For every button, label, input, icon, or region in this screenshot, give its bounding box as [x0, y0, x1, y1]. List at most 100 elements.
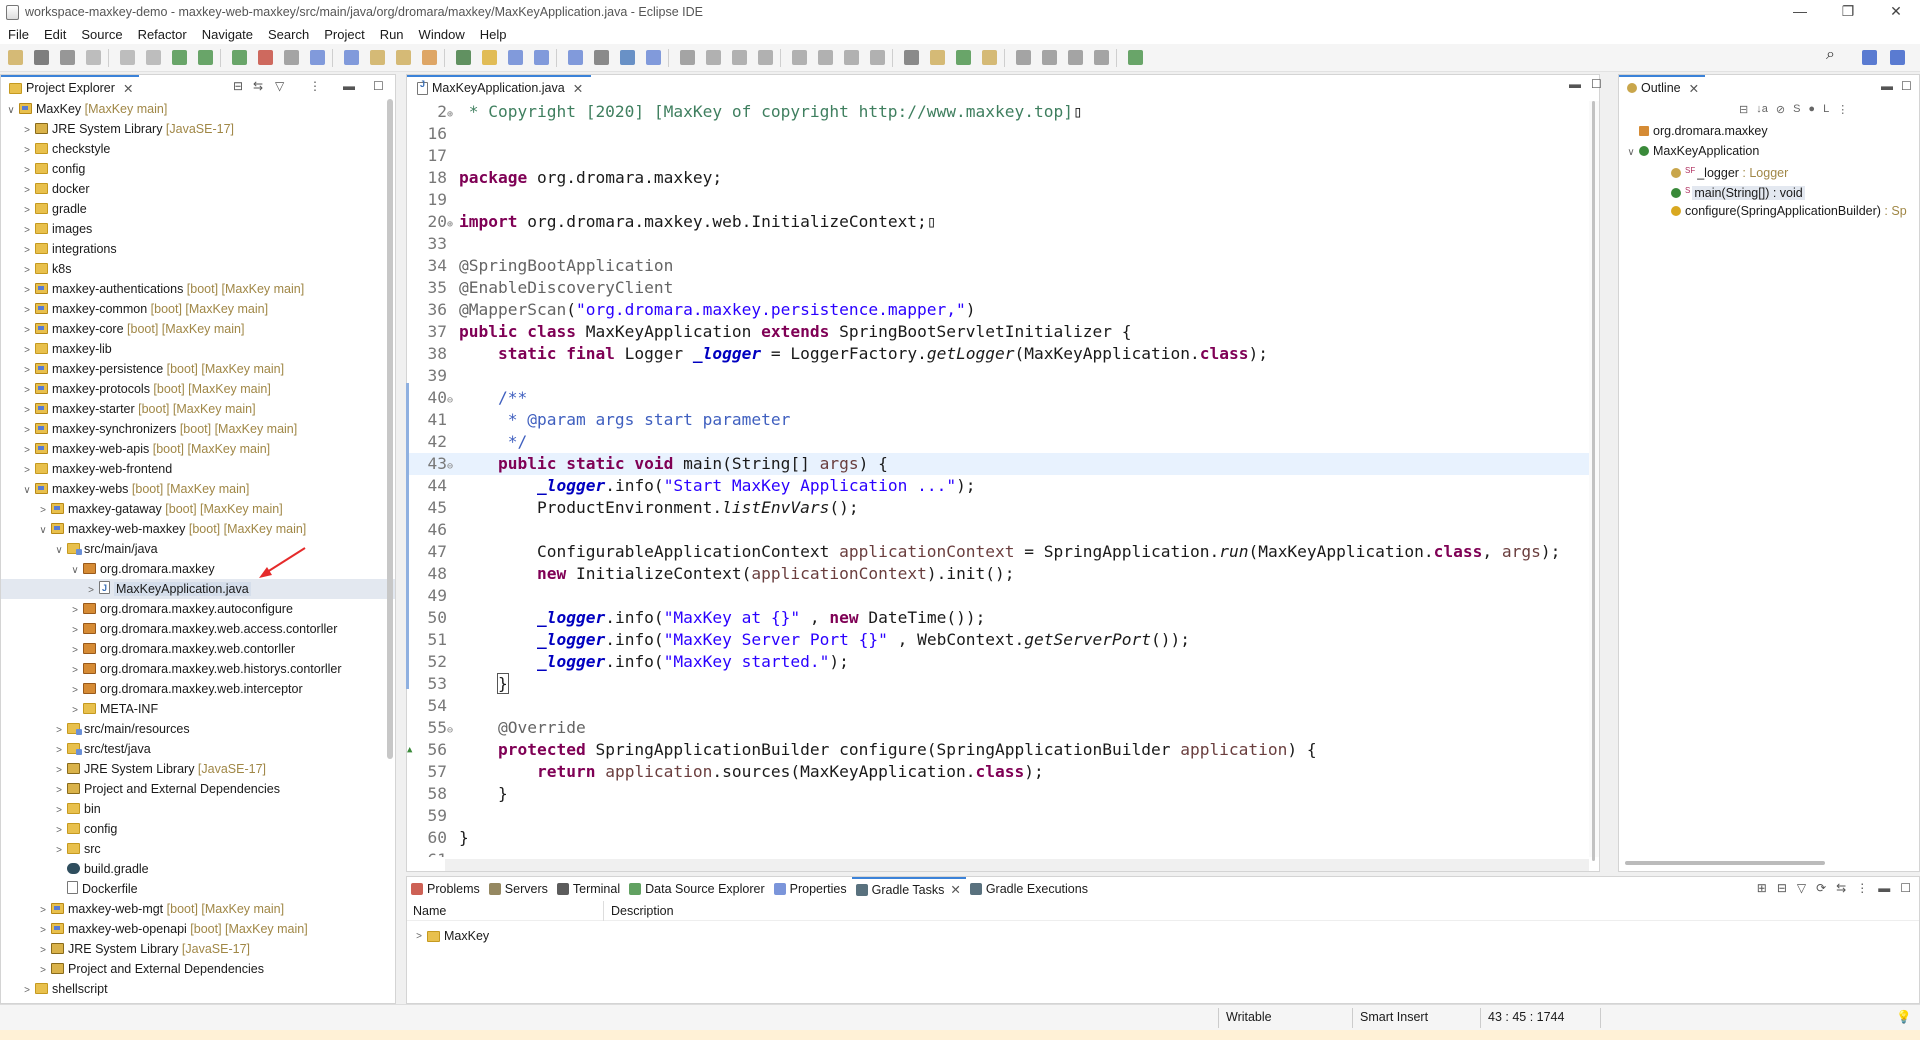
tab-problems[interactable]: Problems — [407, 877, 485, 901]
chevron-right-icon[interactable]: > — [69, 641, 81, 661]
code-line[interactable]: 16 — [407, 123, 1589, 145]
chevron-right-icon[interactable]: > — [21, 161, 33, 181]
toolbar-button-icon[interactable] — [1042, 50, 1057, 65]
tree-item[interactable]: > maxkey-synchronizers [boot] [MaxKey mai… — [1, 419, 395, 439]
chevron-right-icon[interactable]: > — [37, 941, 49, 961]
tab-gradle-tasks[interactable]: Gradle Tasks ✕ — [851, 877, 966, 902]
link-icon[interactable]: ⇆ — [1836, 881, 1846, 895]
tree-item[interactable]: > META-INF — [1, 699, 395, 719]
chevron-right-icon[interactable]: > — [21, 361, 33, 381]
tab-data-source-explorer[interactable]: Data Source Explorer — [625, 877, 770, 901]
toolbar-button-icon[interactable] — [1016, 50, 1031, 65]
tree-item[interactable]: > images — [1, 219, 395, 239]
chevron-right-icon[interactable]: > — [37, 961, 49, 981]
horizontal-scrollbar[interactable] — [445, 859, 1589, 871]
toolbar-button-icon[interactable] — [198, 50, 213, 65]
toolbar-button-icon[interactable] — [646, 50, 661, 65]
chevron-right-icon[interactable]: > — [53, 741, 65, 761]
tree-item[interactable]: > bin — [1, 799, 395, 819]
filter-icon[interactable]: ▽ — [1797, 881, 1806, 895]
toolbar-button-icon[interactable] — [732, 50, 747, 65]
minimize-view-icon[interactable]: ▬ — [1569, 77, 1581, 91]
toolbar-button-icon[interactable] — [1094, 50, 1109, 65]
chevron-right-icon[interactable]: > — [53, 821, 65, 841]
tip-icon[interactable]: 💡 — [1896, 1010, 1912, 1025]
minimize-view-icon[interactable]: ▬ — [343, 79, 355, 93]
chevron-right-icon[interactable]: > — [53, 721, 65, 741]
toolbar-button-icon[interactable] — [508, 50, 523, 65]
tree-item[interactable]: > integrations — [1, 239, 395, 259]
chevron-right-icon[interactable]: > — [21, 141, 33, 161]
toolbar-button-icon[interactable] — [60, 50, 75, 65]
tree-item[interactable]: > maxkey-web-apis [boot] [MaxKey main] — [1, 439, 395, 459]
tab-maxkeyapplication[interactable]: MaxKeyApplication.java ✕ — [407, 75, 592, 99]
code-line[interactable]: 60} — [407, 827, 1589, 849]
tree-item[interactable]: > maxkey-protocols [boot] [MaxKey main] — [1, 379, 395, 399]
chevron-right-icon[interactable]: > — [69, 701, 81, 721]
tree-item[interactable]: > maxkey-common [boot] [MaxKey main] — [1, 299, 395, 319]
tree-item[interactable]: > gradle — [1, 199, 395, 219]
toolbar-button-icon[interactable] — [422, 50, 437, 65]
code-line[interactable]: 47 ConfigurableApplicationContext applic… — [407, 541, 1589, 563]
code-line[interactable]: 2⊕ * Copyright [2020] [MaxKey of copyrig… — [407, 101, 1589, 123]
code-line[interactable]: 41 * @param args start parameter — [407, 409, 1589, 431]
tree-item[interactable]: > maxkey-persistence [boot] [MaxKey main] — [1, 359, 395, 379]
code-line[interactable]: 35 @EnableDiscoveryClient — [407, 277, 1589, 299]
close-icon[interactable]: ✕ — [573, 81, 583, 96]
tab-terminal[interactable]: Terminal — [553, 877, 625, 901]
tab-gradle-executions[interactable]: Gradle Executions — [966, 877, 1093, 901]
chevron-right-icon[interactable]: > — [21, 461, 33, 481]
open-perspective-icon[interactable] — [1862, 50, 1877, 65]
toolbar-button-icon[interactable] — [758, 50, 773, 65]
code-line[interactable]: 43⊖ public static void main(String[] arg… — [407, 453, 1589, 475]
code-line[interactable]: 50 _logger.info("MaxKey at {}" , new Dat… — [407, 607, 1589, 629]
menu-window[interactable]: Window — [419, 27, 465, 42]
tree-item[interactable]: > JRE System Library [JavaSE-17] — [1, 939, 395, 959]
code-line[interactable]: 36 @MapperScan("org.dromara.maxkey.persis… — [407, 299, 1589, 321]
outline-item[interactable]: SF _logger : Logger — [1619, 161, 1919, 181]
tree-item[interactable]: > maxkey-starter [boot] [MaxKey main] — [1, 399, 395, 419]
column-name[interactable]: Name — [413, 904, 446, 918]
code-line[interactable]: 19 — [407, 189, 1589, 211]
chevron-right-icon[interactable]: > — [53, 781, 65, 801]
chevron-right-icon[interactable]: > — [21, 261, 33, 281]
close-button[interactable]: ✕ — [1872, 0, 1920, 24]
code-line[interactable]: ▲ 56 protected SpringApplicationBuilder c… — [407, 739, 1589, 761]
tree-item[interactable]: > checkstyle — [1, 139, 395, 159]
chevron-right-icon[interactable]: > — [21, 381, 33, 401]
chevron-down-icon[interactable]: ∨ — [21, 481, 33, 501]
menu-run[interactable]: Run — [380, 27, 404, 42]
code-line[interactable]: 58 } — [407, 783, 1589, 805]
outline-item[interactable]: Smain(String[]) : void — [1619, 181, 1919, 201]
gradle-project-row[interactable]: > MaxKey — [413, 929, 489, 943]
refresh-icon[interactable]: ⟳ — [1816, 881, 1826, 895]
tree-item[interactable]: > maxkey-gataway [boot] [MaxKey main] — [1, 499, 395, 519]
close-icon[interactable]: ✕ — [950, 878, 960, 902]
chevron-right-icon[interactable]: > — [37, 921, 49, 941]
code-line[interactable]: 17 — [407, 145, 1589, 167]
chevron-right-icon[interactable]: > — [21, 221, 33, 241]
chevron-down-icon[interactable]: ∨ — [1625, 143, 1637, 163]
tree-item[interactable]: ∨ maxkey-webs [boot] [MaxKey main] — [1, 479, 395, 499]
tree-item[interactable]: > maxkey-authentications [boot] [MaxKey m… — [1, 279, 395, 299]
toolbar-button-icon[interactable] — [680, 50, 695, 65]
java-perspective-icon[interactable] — [1890, 50, 1905, 65]
toolbar-button-icon[interactable] — [706, 50, 721, 65]
menu-help[interactable]: Help — [480, 27, 507, 42]
chevron-right-icon[interactable]: > — [413, 931, 425, 942]
tree-item[interactable]: > k8s — [1, 259, 395, 279]
code-line[interactable]: 39 — [407, 365, 1589, 387]
toolbar-button-icon[interactable] — [982, 50, 997, 65]
menu-search[interactable]: Search — [268, 27, 309, 42]
chevron-right-icon[interactable]: > — [21, 121, 33, 141]
view-menu-icon[interactable]: ⋮ — [1856, 881, 1868, 895]
tree-item[interactable]: > org.dromara.maxkey.web.interceptor — [1, 679, 395, 699]
maximize-button[interactable]: ❐ — [1824, 0, 1872, 24]
tree-item[interactable]: > maxkey-web-openapi [boot] [MaxKey main] — [1, 919, 395, 939]
tree-item[interactable]: > org.dromara.maxkey.autoconfigure — [1, 599, 395, 619]
tree-item[interactable]: ∨ maxkey-web-maxkey [boot] [MaxKey main] — [1, 519, 395, 539]
hide-local-types-icon[interactable]: L — [1823, 103, 1829, 116]
toolbar-button-icon[interactable] — [568, 50, 583, 65]
expand-all-icon[interactable]: ⊞ — [1757, 881, 1767, 895]
tree-item[interactable]: > Project and External Dependencies — [1, 779, 395, 799]
